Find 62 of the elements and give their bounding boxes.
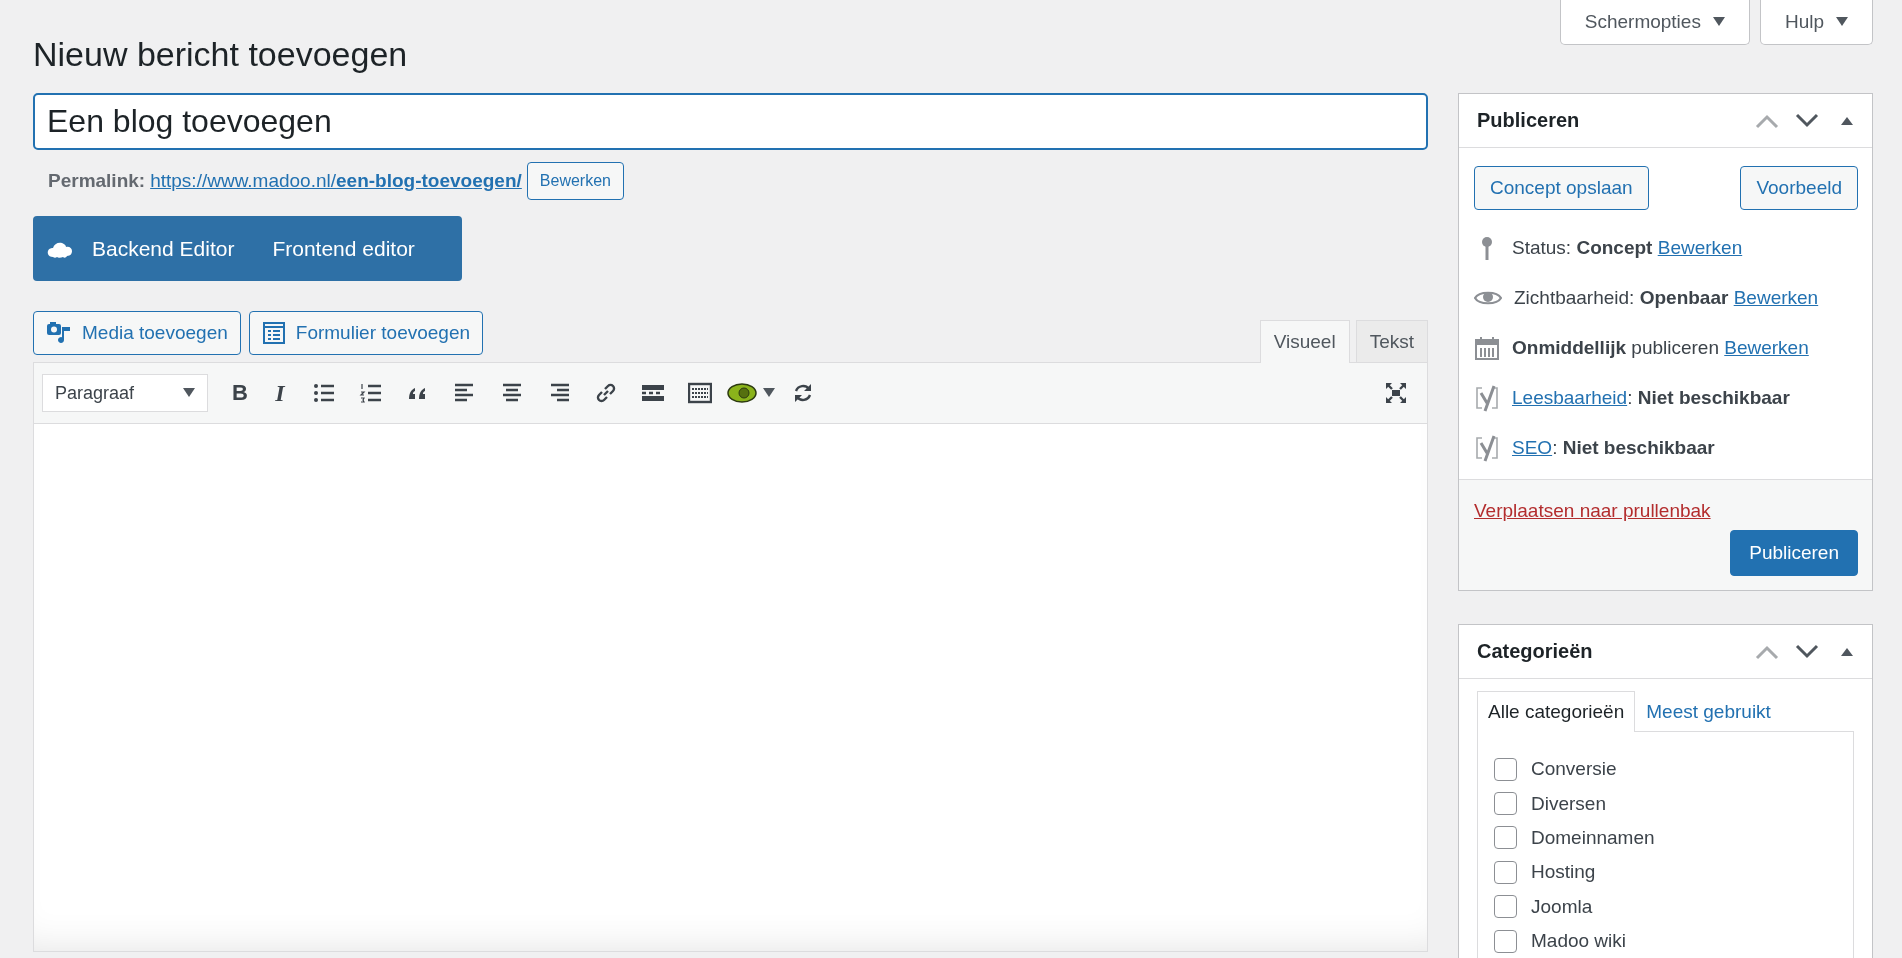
caret-icon <box>1712 17 1725 27</box>
permalink-link[interactable]: https://www.madoo.nl/een-blog-toevoegen/ <box>150 170 522 192</box>
bold-button[interactable]: B <box>220 373 260 413</box>
visibility-text: Zichtbaarheid: Openbaar Bewerken <box>1514 287 1819 309</box>
save-draft-button[interactable]: Concept opslaan <box>1474 166 1649 210</box>
checkbox[interactable] <box>1494 792 1517 816</box>
category-label: Hosting <box>1531 861 1596 884</box>
post-title-input[interactable]: Een blog toevoegen <box>33 93 1428 150</box>
fullscreen-icon[interactable] <box>1383 381 1408 405</box>
readability-text: Leesbaarheid: Niet beschikbaar <box>1512 387 1790 409</box>
y-logo-icon <box>1474 384 1500 412</box>
editor-mode-button[interactable]: Backend Editor <box>73 216 254 281</box>
schedule-link[interactable]: Bewerken <box>1724 337 1809 358</box>
header-button[interactable]: Schermopties <box>1559 0 1750 45</box>
header-button[interactable]: Hulp <box>1759 0 1873 45</box>
caret-icon <box>183 388 195 398</box>
media-icon <box>46 321 72 345</box>
status-link[interactable]: Bewerken <box>1657 237 1743 258</box>
seo-link[interactable]: SEO <box>1512 437 1553 458</box>
chevron-down-icon[interactable] <box>1794 112 1820 129</box>
checkbox[interactable] <box>1494 929 1517 953</box>
box-title: Publiceren <box>1477 109 1581 132</box>
checkbox[interactable] <box>1494 860 1517 884</box>
checkbox[interactable] <box>1494 826 1517 850</box>
keyboard-icon[interactable] <box>687 381 712 405</box>
caret-icon <box>1836 17 1848 27</box>
visibility-link[interactable]: Bewerken <box>1733 287 1819 308</box>
category-tab[interactable]: Meest gebruikt <box>1635 691 1782 731</box>
category-label: Madoo wiki <box>1531 930 1627 953</box>
status-text: Status: Concept Bewerken <box>1512 237 1743 259</box>
category-tab[interactable]: Alle categorieën <box>1477 691 1636 732</box>
plugin-icon[interactable] <box>727 381 757 405</box>
trash-link[interactable]: Verplaatsen naar prullenbak <box>1474 500 1711 522</box>
add-form-button[interactable]: Formulier toevoegen <box>248 311 484 355</box>
category-label: Conversie <box>1531 758 1617 781</box>
y-logo-icon <box>1474 434 1500 462</box>
category-label: Domeinnamen <box>1531 826 1655 849</box>
checkbox[interactable] <box>1494 895 1517 919</box>
calendar-icon <box>1474 335 1500 361</box>
italic-button[interactable]: I <box>260 373 300 413</box>
numbered-list-icon[interactable] <box>358 381 383 405</box>
preview-button[interactable]: Voorbeeld <box>1740 166 1858 210</box>
publish-button[interactable]: Publiceren <box>1730 530 1858 576</box>
editor-tab[interactable]: Tekst <box>1355 320 1428 362</box>
page-title: Nieuw bericht toevoegen <box>33 36 409 72</box>
category-label: Diversen <box>1531 792 1606 815</box>
caret-icon <box>763 388 775 398</box>
readability-link[interactable]: Leesbaarheid <box>1512 387 1628 408</box>
add-media-button[interactable]: Media toevoegen <box>33 311 241 355</box>
box-title: Categorieën <box>1477 640 1594 663</box>
form-icon <box>261 321 286 345</box>
bulleted-list-icon[interactable] <box>311 381 336 405</box>
format-select[interactable]: Paragraaf <box>42 374 208 412</box>
editor-mode-button[interactable]: Frontend editor <box>253 216 434 281</box>
schedule-text: Onmiddellijk publiceren Bewerken <box>1512 337 1809 359</box>
checkbox[interactable] <box>1494 757 1517 781</box>
editor-tab[interactable]: Visueel <box>1259 320 1350 363</box>
category-label: Joomla <box>1531 895 1593 918</box>
seo-text: SEO: Niet beschikbaar <box>1512 437 1715 459</box>
permalink-label: Permalink: <box>48 170 146 192</box>
chevron-down-icon[interactable] <box>1794 643 1820 660</box>
edit-button[interactable]: Bewerken <box>526 162 624 200</box>
